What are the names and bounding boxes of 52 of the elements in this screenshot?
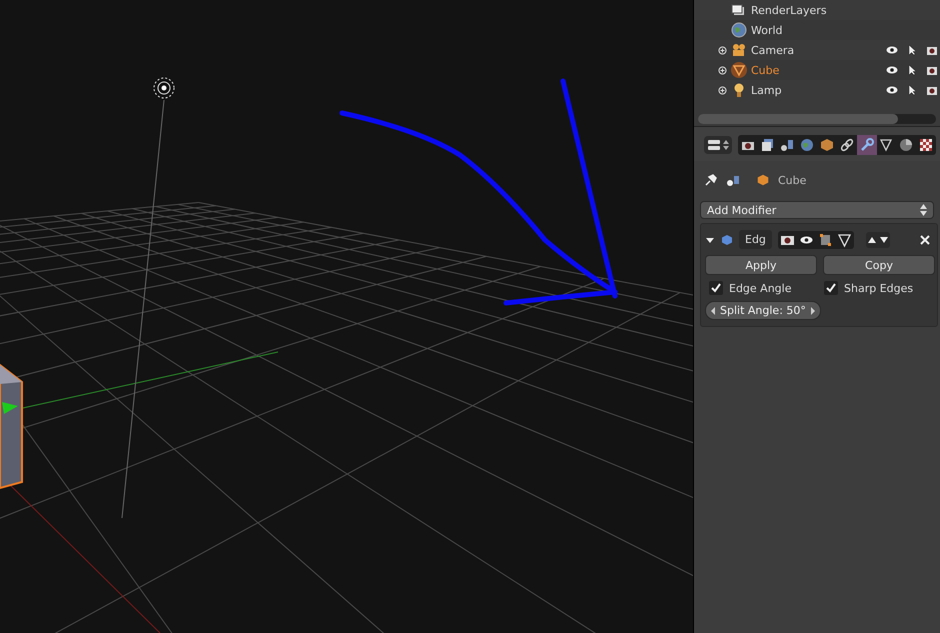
pin-icon[interactable] <box>704 173 718 187</box>
modifier-button[interactable]: Copy <box>823 255 935 275</box>
breadcrumb-label: Cube <box>778 174 806 186</box>
layers-icon <box>760 137 776 153</box>
lamp-icon <box>154 78 174 98</box>
scene-icon <box>726 173 740 187</box>
world-icon <box>799 137 816 153</box>
object-icon <box>819 137 836 153</box>
expand-icon[interactable] <box>718 86 727 94</box>
eye-icon[interactable] <box>886 44 898 56</box>
camera-icon[interactable] <box>926 84 938 96</box>
expand-icon[interactable] <box>718 66 727 74</box>
eye-icon[interactable] <box>886 84 898 96</box>
checkbox[interactable] <box>824 281 838 295</box>
modifier-name-field[interactable]: Edg <box>739 230 772 249</box>
cursor-icon[interactable] <box>906 44 918 56</box>
scene-icon <box>779 137 796 153</box>
camera-icon <box>731 42 747 58</box>
expand-icon[interactable] <box>718 46 727 54</box>
checkbox[interactable] <box>709 281 723 295</box>
horizontal-scrollbar[interactable] <box>698 114 936 124</box>
decrement-arrow-icon[interactable] <box>710 306 716 314</box>
camera-icon[interactable] <box>926 64 938 76</box>
camera-icon[interactable] <box>926 44 938 56</box>
outliner-item[interactable]: World <box>751 24 783 36</box>
outliner-item[interactable]: Camera <box>751 44 794 56</box>
cursor-icon[interactable] <box>906 64 918 76</box>
renderlayers-icon <box>731 2 747 18</box>
editor-type-button[interactable] <box>704 136 732 154</box>
increment-arrow-icon[interactable] <box>810 306 816 314</box>
eye-icon[interactable] <box>886 64 898 76</box>
object-icon <box>756 173 770 187</box>
constraints-icon <box>838 137 855 153</box>
texture-icon <box>918 137 934 153</box>
checkbox-label: Sharp Edges <box>844 282 914 294</box>
material-icon <box>898 137 914 153</box>
modifiers-icon <box>858 137 875 153</box>
up-down-arrows-icon <box>920 204 927 216</box>
modifier-button[interactable]: Apply <box>705 255 817 275</box>
outliner-item[interactable]: Cube <box>751 64 780 76</box>
outliner-item[interactable]: Lamp <box>751 84 782 96</box>
split-angle-field[interactable]: Split Angle: 50° <box>705 301 821 320</box>
outliner-item[interactable]: RenderLayers <box>751 4 827 16</box>
checkbox-label: Edge Angle <box>729 282 792 294</box>
data-icon <box>878 137 894 153</box>
close-icon[interactable] <box>919 234 931 246</box>
mesh-icon <box>731 62 747 78</box>
world-icon <box>731 22 747 38</box>
modifiers-tab[interactable] <box>856 135 877 155</box>
cursor-icon[interactable] <box>906 84 918 96</box>
add-modifier-dropdown[interactable]: Add Modifier <box>700 201 934 219</box>
cube-icon <box>721 234 733 246</box>
